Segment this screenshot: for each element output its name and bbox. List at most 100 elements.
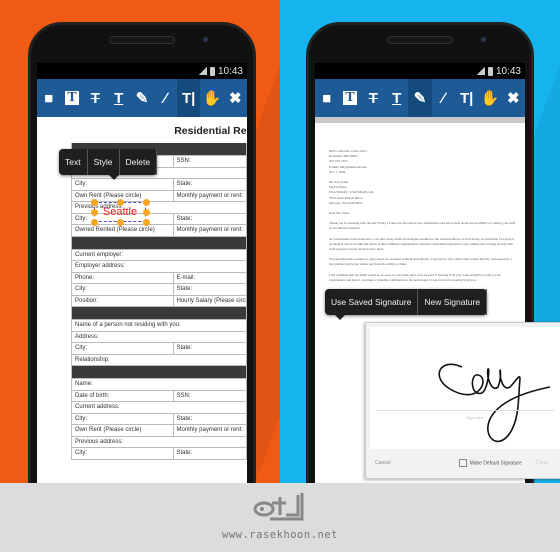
form-field-label[interactable]: State: xyxy=(174,448,247,459)
form-field-label[interactable]: Monthly payment or rent: xyxy=(174,225,247,236)
popup-text-button[interactable]: Text xyxy=(59,149,88,175)
form-field-label[interactable]: City: xyxy=(72,284,174,295)
form-field-label[interactable]: State: xyxy=(174,179,247,190)
resize-handle[interactable] xyxy=(117,219,124,226)
form-field-label[interactable]: Owned Rented (Please circle) xyxy=(72,225,174,236)
text-insert-tool[interactable]: T| xyxy=(455,79,478,117)
resize-handle[interactable] xyxy=(91,199,98,206)
phone-camera xyxy=(481,37,486,42)
form-field-label[interactable]: Hourly Salary (Please circle) xyxy=(174,295,247,306)
signature-canvas[interactable]: Sign Here xyxy=(370,327,560,449)
form-field-label[interactable]: State: xyxy=(174,343,247,354)
cancel-button[interactable]: Cancel xyxy=(375,460,391,466)
form-field-label[interactable]: Date of birth: xyxy=(72,390,174,401)
signature-tool[interactable]: ✎ xyxy=(408,79,432,117)
rental-form: Date of birth:SSN:Current address:City:S… xyxy=(71,143,247,460)
form-field-label[interactable]: SSN: xyxy=(174,156,247,167)
resize-handle[interactable] xyxy=(143,209,150,216)
form-field-label[interactable]: Name: xyxy=(72,379,247,390)
form-field-label[interactable]: City: xyxy=(72,448,174,459)
form-field-label[interactable]: City: xyxy=(72,413,174,424)
cover-letter[interactable]: 8293 California Circle, #101 Rockville, M… xyxy=(315,123,525,310)
address-line: Senior Editor xyxy=(329,185,347,190)
comment-tool[interactable]: ■ xyxy=(315,79,338,117)
form-row: City: State: xyxy=(72,413,247,425)
form-field-label[interactable]: Employer address: xyxy=(72,261,247,272)
pen-tool[interactable]: ∕ xyxy=(154,79,177,117)
make-default-checkbox[interactable]: Make Default Signature xyxy=(458,459,522,467)
form-row: City: State: xyxy=(72,448,247,460)
form-field-label xyxy=(72,236,247,249)
underline-tool[interactable]: T xyxy=(385,79,408,117)
resize-handle[interactable] xyxy=(117,199,124,206)
comment-tool[interactable]: ■ xyxy=(37,79,60,117)
form-row: Address: xyxy=(72,331,247,343)
form-field-label[interactable]: State: xyxy=(174,284,247,295)
form-field-label xyxy=(72,307,247,319)
form-field-label[interactable]: Previous address: xyxy=(72,436,247,447)
hand-tool[interactable]: ✋ xyxy=(478,79,501,117)
underline-icon: T xyxy=(114,89,124,107)
form-field-label[interactable]: Current employer: xyxy=(72,249,247,260)
form-field-label[interactable]: Monthly payment or rent: xyxy=(174,425,247,436)
form-row: Owned Rented (Please circle) Monthly paym… xyxy=(72,225,247,237)
form-section-bar xyxy=(72,366,247,379)
signature-tool[interactable]: ✎ xyxy=(130,79,153,117)
new-signature-button[interactable]: New Signature xyxy=(418,289,488,315)
underline-icon: T xyxy=(392,89,402,107)
form-field-label[interactable]: Address: xyxy=(72,331,247,342)
signature-icon: ✎ xyxy=(413,90,427,107)
watermark-url: www.rasekhoon.net xyxy=(222,529,338,541)
form-field-label[interactable]: Current address: xyxy=(72,402,247,413)
form-row: Position: Hourly Salary (Please circle) xyxy=(72,295,247,307)
document-title: Residential Ren xyxy=(174,125,247,137)
close-tool[interactable]: ✖ xyxy=(502,79,525,117)
form-row: City: State: xyxy=(72,179,247,191)
form-field-label[interactable]: State: xyxy=(174,413,247,424)
hand-tool[interactable]: ✋ xyxy=(200,79,223,117)
text-insert-icon: T| xyxy=(459,89,474,107)
sign-here-hint: Sign Here xyxy=(466,415,484,420)
clear-button[interactable]: Clear xyxy=(536,460,548,466)
resize-handle[interactable] xyxy=(143,199,150,206)
form-field-label[interactable]: Relationship: xyxy=(72,354,247,365)
form-field-label[interactable]: Phone: xyxy=(72,272,174,283)
text-box-tool[interactable]: T xyxy=(60,79,83,117)
close-tool[interactable]: ✖ xyxy=(224,79,247,117)
signature-icon: ✎ xyxy=(135,90,149,107)
strikethrough-tool[interactable]: T xyxy=(84,79,107,117)
address-line: 8293 California Circle, #101 xyxy=(329,149,367,153)
resize-handle[interactable] xyxy=(91,209,98,216)
phone-screen-left: 10:43 ■ T T T ✎ ∕ T| ✋ ✖ Residential Ren… xyxy=(37,63,247,483)
form-row: Own Rent (Please circle) Monthly payment … xyxy=(72,190,247,202)
address-line: Mr. Roy Jones xyxy=(329,180,349,185)
underline-tool[interactable]: T xyxy=(107,79,130,117)
form-field-label[interactable]: Position: xyxy=(72,295,174,306)
form-field-label[interactable]: City: xyxy=(72,343,174,354)
form-field-label[interactable]: Name of a person not residing with you: xyxy=(72,320,247,331)
pen-icon: ∕ xyxy=(164,89,167,107)
text-box-tool[interactable]: T xyxy=(338,79,361,117)
popup-pointer xyxy=(335,315,345,320)
popup-delete-button[interactable]: Delete xyxy=(120,149,158,175)
popup-style-button[interactable]: Style xyxy=(88,149,120,175)
resize-handle[interactable] xyxy=(91,219,98,226)
signature-context-menu: Use Saved Signature New Signature xyxy=(325,289,488,320)
form-row: Name of a person not residing with you: xyxy=(72,320,247,332)
form-field-label[interactable]: E-mail: xyxy=(174,272,247,283)
address-line: E-mail: sally@american.edu xyxy=(329,164,367,169)
form-field-label[interactable]: Monthly payment or rent: xyxy=(174,190,247,201)
form-row: City: State: xyxy=(72,284,247,296)
form-row: Relationship: xyxy=(72,354,247,366)
form-field-label[interactable]: SSN: xyxy=(174,390,247,401)
form-field-label[interactable]: City: xyxy=(72,179,174,190)
form-field-label[interactable]: Own Rent (Please circle) xyxy=(72,425,174,436)
text-insert-tool[interactable]: T| xyxy=(176,79,201,117)
use-saved-signature-button[interactable]: Use Saved Signature xyxy=(325,289,419,315)
form-field-label[interactable]: State: xyxy=(174,213,247,224)
annotation-toolbar: ■ T T T ✎ ∕ T| ✋ ✖ xyxy=(37,79,247,117)
strikethrough-tool[interactable]: T xyxy=(362,79,385,117)
resize-handle[interactable] xyxy=(143,219,150,226)
pen-tool[interactable]: ∕ xyxy=(432,79,455,117)
signature-footer: Cancel Make Default Signature Clear xyxy=(366,448,560,478)
